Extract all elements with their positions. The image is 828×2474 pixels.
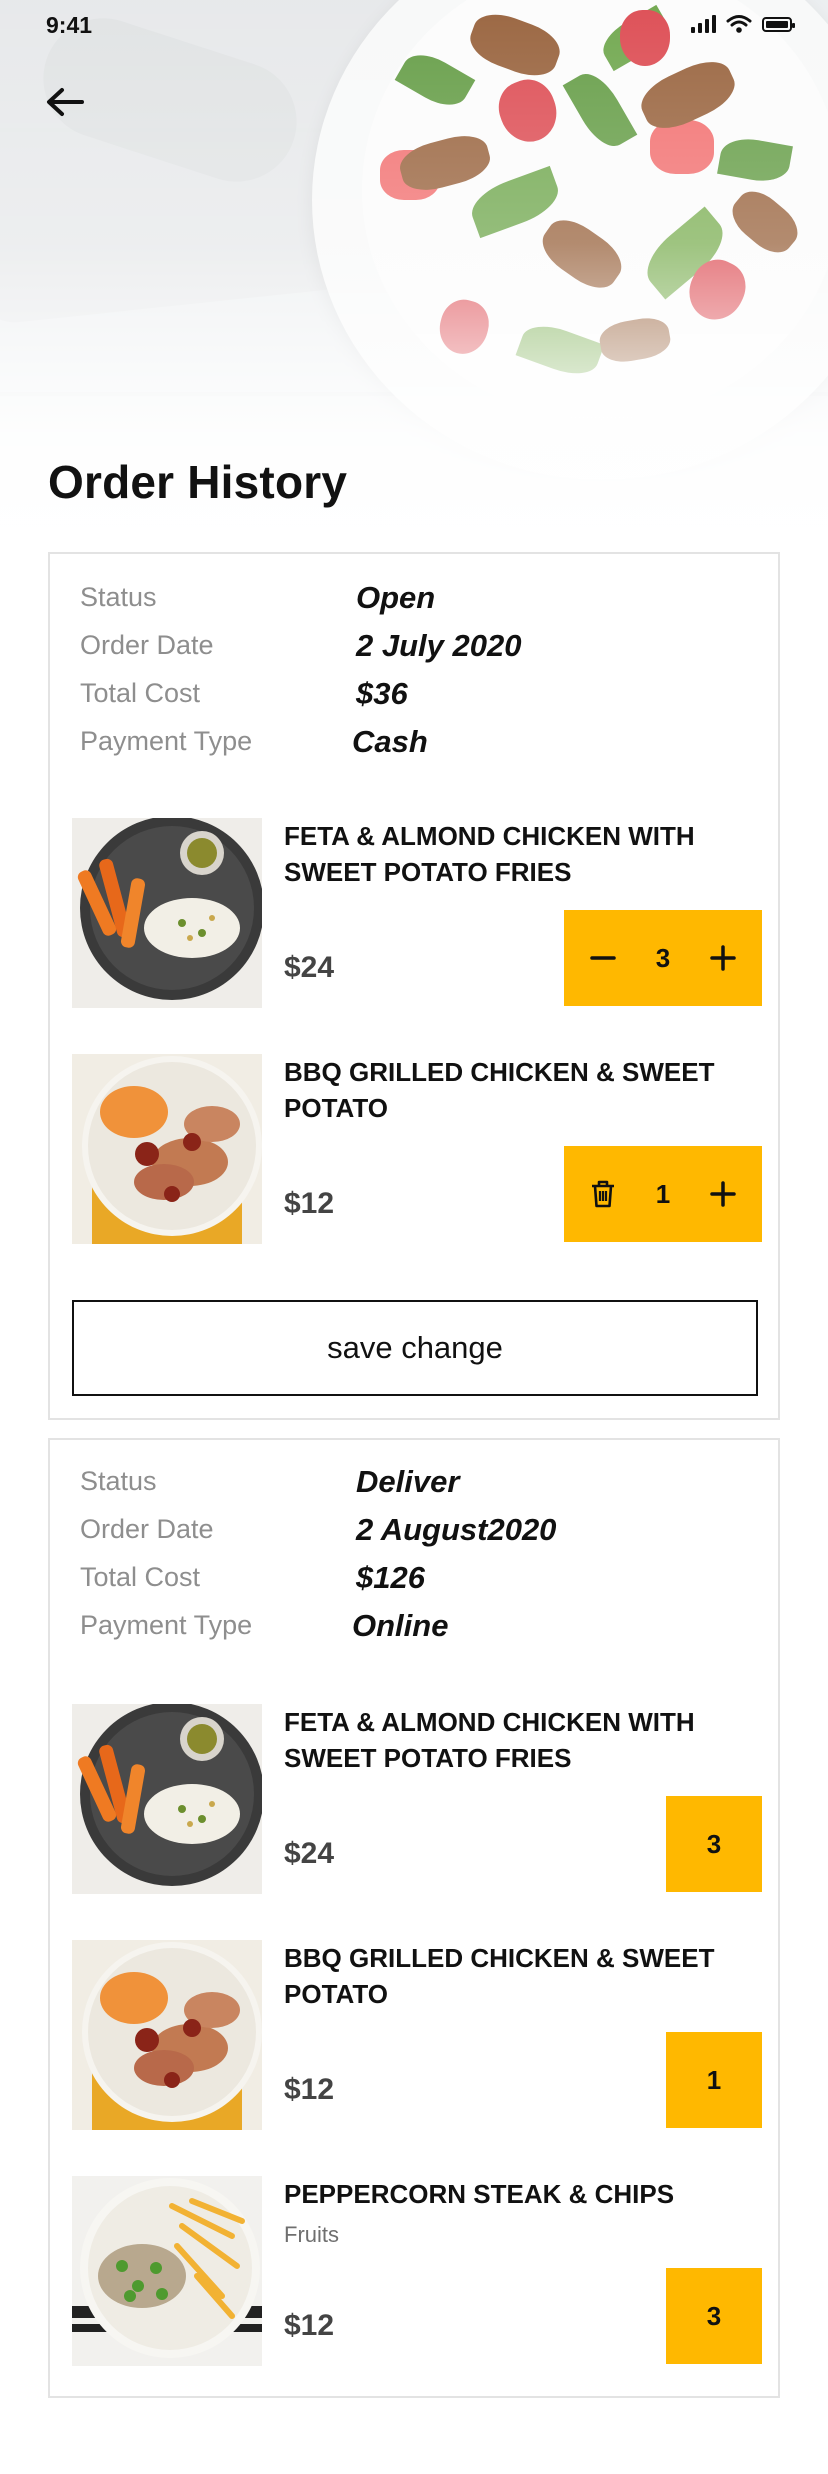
payment-type-value: Online: [352, 1608, 449, 1643]
signal-icon: [691, 15, 716, 33]
status-label: Status: [80, 582, 157, 612]
order-item: FETA & ALMOND CHICKEN WITH SWEET POTATO …: [72, 818, 762, 1008]
quantity-value: 3: [655, 942, 671, 973]
plus-icon: [710, 1181, 736, 1207]
total-cost-label: Total Cost: [80, 678, 201, 708]
status-icons: [691, 14, 795, 34]
meta-row-total-cost: Total Cost $126: [80, 1560, 740, 1602]
increase-button[interactable]: [706, 941, 740, 975]
decrease-button[interactable]: [586, 941, 620, 975]
payment-type-label: Payment Type: [80, 1610, 253, 1640]
meta-row-order-date: Order Date 2 July 2020: [80, 628, 740, 670]
trash-icon: [592, 1180, 614, 1208]
payment-type-value: Cash: [352, 724, 428, 759]
order-item: BBQ GRILLED CHICKEN & SWEET POTATO $12 1: [72, 1940, 762, 2130]
back-button[interactable]: [44, 84, 86, 120]
meta-row-order-date: Order Date 2 August2020: [80, 1512, 740, 1554]
order-date-value: 2 August2020: [356, 1512, 557, 1547]
status-value: Deliver: [356, 1464, 460, 1499]
payment-type-label: Payment Type: [80, 726, 253, 756]
meta-row-status: Status Open: [80, 580, 740, 622]
quantity-stepper: 3: [564, 910, 762, 1006]
page-title: Order History: [48, 456, 348, 508]
order-meta: Status Open Order Date 2 July 2020 Total…: [50, 554, 778, 784]
minus-icon: [590, 956, 616, 960]
item-name: PEPPERCORN STEAK & CHIPS: [284, 2179, 675, 2209]
status-time: 9:41: [46, 12, 93, 38]
item-image: [72, 818, 262, 1008]
order-item: BBQ GRILLED CHICKEN & SWEET POTATO $12 1: [72, 1054, 762, 1244]
delete-button[interactable]: [586, 1177, 620, 1211]
item-name: FETA & ALMOND CHICKEN WITH SWEET POTATO …: [284, 821, 695, 887]
meta-row-payment-type: Payment Type Cash: [80, 724, 740, 766]
back-arrow-icon: [47, 88, 84, 116]
meta-row-total-cost: Total Cost $36: [80, 676, 740, 718]
order-meta: Status Deliver Order Date 2 August2020 T…: [50, 1440, 778, 1670]
save-change-button[interactable]: save change: [72, 1300, 758, 1396]
order-card: Status Open Order Date 2 July 2020 Total…: [48, 552, 780, 1420]
item-image: [72, 1704, 262, 1894]
order-date-label: Order Date: [80, 630, 214, 660]
status-value: Open: [356, 580, 436, 615]
item-price: $24: [284, 1837, 335, 1870]
battery-icon: [762, 16, 795, 32]
meta-row-payment-type: Payment Type Online: [80, 1608, 740, 1650]
quantity-stepper: 1: [564, 1146, 762, 1242]
status-bar: 9:41: [0, 0, 828, 54]
wifi-icon: [726, 15, 752, 33]
order-item: FETA & ALMOND CHICKEN WITH SWEET POTATO …: [72, 1704, 762, 1894]
order-item: PEPPERCORN STEAK & CHIPS Fruits $12 3: [72, 2176, 762, 2366]
item-category: Fruits: [284, 2222, 339, 2247]
item-image: [72, 1054, 262, 1244]
item-image: [72, 2176, 262, 2366]
quantity-value: 1: [655, 1178, 671, 1209]
item-price: $24: [284, 951, 335, 984]
quantity-badge: 3: [666, 2268, 762, 2364]
item-image: [72, 1940, 262, 2130]
total-cost-value: $36: [356, 676, 408, 711]
quantity-badge: 3: [666, 1796, 762, 1892]
quantity-badge: 1: [666, 2032, 762, 2128]
item-name: BBQ GRILLED CHICKEN & SWEET POTATO: [284, 1943, 715, 2009]
order-card: Status Deliver Order Date 2 August2020 T…: [48, 1438, 780, 2398]
order-date-label: Order Date: [80, 1514, 214, 1544]
item-name: FETA & ALMOND CHICKEN WITH SWEET POTATO …: [284, 1707, 695, 1773]
item-price: $12: [284, 1187, 335, 1220]
increase-button[interactable]: [706, 1177, 740, 1211]
item-price: $12: [284, 2309, 335, 2342]
item-name: BBQ GRILLED CHICKEN & SWEET POTATO: [284, 1057, 715, 1123]
plus-icon: [710, 945, 736, 971]
meta-row-status: Status Deliver: [80, 1464, 740, 1506]
order-date-value: 2 July 2020: [356, 628, 522, 663]
total-cost-value: $126: [356, 1560, 425, 1595]
status-label: Status: [80, 1466, 157, 1496]
total-cost-label: Total Cost: [80, 1562, 201, 1592]
item-price: $12: [284, 2073, 335, 2106]
